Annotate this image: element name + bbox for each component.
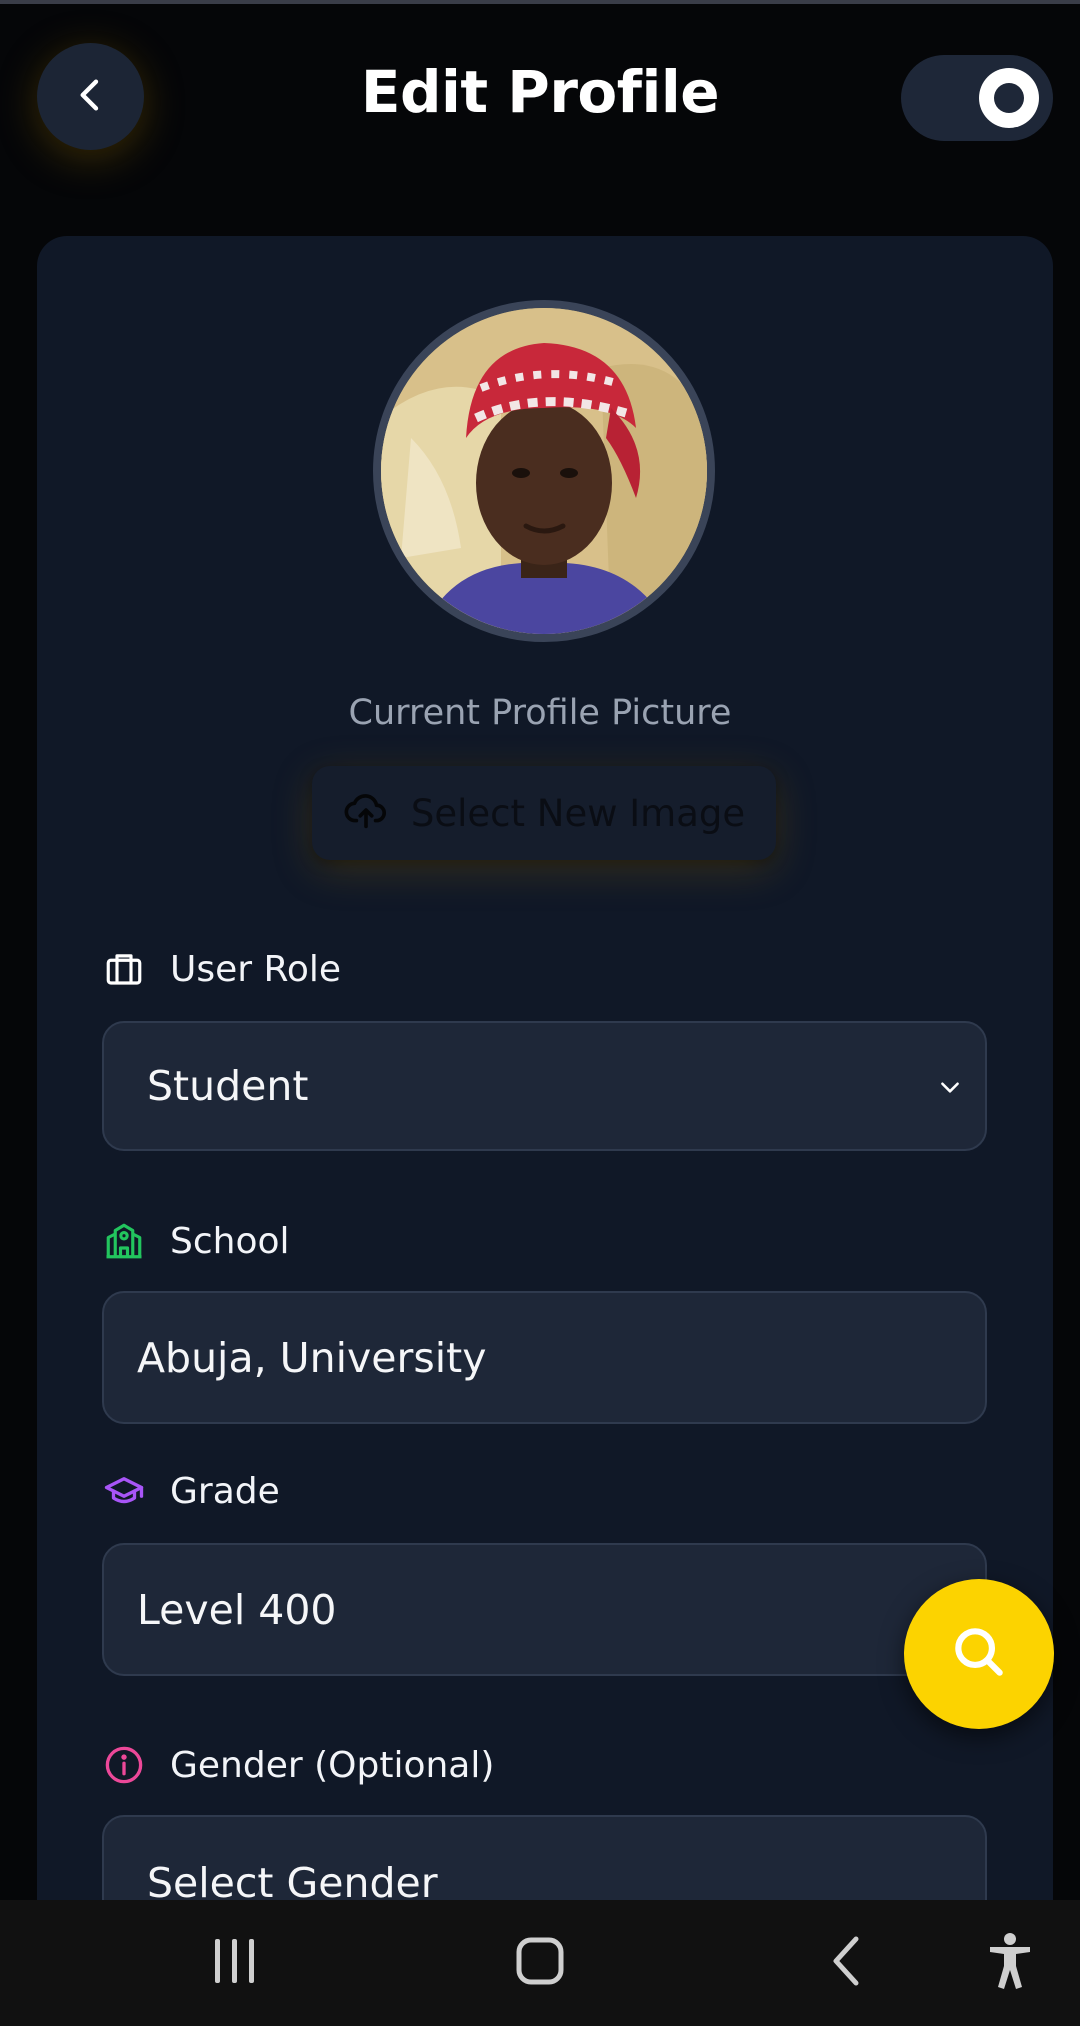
- select-new-image-button[interactable]: Select New Image: [312, 766, 776, 860]
- home-icon: [515, 1936, 565, 1990]
- recent-apps-button[interactable]: [200, 1900, 270, 2026]
- gender-label-row: Gender (Optional): [103, 1744, 494, 1786]
- toggle-knob: [979, 68, 1039, 128]
- current-picture-caption: Current Profile Picture: [348, 693, 732, 733]
- user-role-select[interactable]: Student: [102, 1021, 987, 1151]
- user-role-label: User Role: [170, 948, 342, 990]
- grade-label: Grade: [170, 1470, 280, 1512]
- gender-label: Gender (Optional): [170, 1744, 495, 1786]
- search-icon: [948, 1621, 1010, 1687]
- school-building-icon: [103, 1220, 145, 1262]
- school-label: School: [170, 1220, 290, 1262]
- system-navigation-bar: [0, 1900, 1080, 2026]
- school-value: Abuja, University: [137, 1333, 487, 1382]
- status-strip: [0, 0, 1080, 4]
- grade-input[interactable]: Level 400: [102, 1543, 987, 1676]
- profile-photo: [373, 300, 715, 642]
- nav-back-button[interactable]: [810, 1900, 880, 2026]
- school-label-row: School: [103, 1220, 290, 1262]
- cloud-upload-icon: [343, 788, 389, 838]
- search-fab-button[interactable]: [904, 1579, 1054, 1729]
- accessibility-button[interactable]: [975, 1900, 1045, 2026]
- accessibility-icon: [987, 1932, 1033, 1994]
- user-role-label-row: User Role: [103, 948, 341, 990]
- select-new-image-label: Select New Image: [410, 791, 746, 835]
- user-role-value: Student: [147, 1062, 309, 1110]
- grade-label-row: Grade: [103, 1470, 280, 1512]
- school-input[interactable]: Abuja, University: [102, 1291, 987, 1424]
- back-icon: [828, 1935, 862, 1991]
- theme-toggle[interactable]: [901, 55, 1053, 141]
- chevron-down-icon: [937, 1062, 963, 1110]
- home-button[interactable]: [500, 1900, 580, 2026]
- recent-apps-icon: [212, 1936, 258, 1990]
- graduation-cap-icon: [103, 1470, 145, 1512]
- briefcase-icon: [103, 948, 145, 990]
- grade-value: Level 400: [137, 1585, 337, 1634]
- info-circle-icon: [103, 1744, 145, 1786]
